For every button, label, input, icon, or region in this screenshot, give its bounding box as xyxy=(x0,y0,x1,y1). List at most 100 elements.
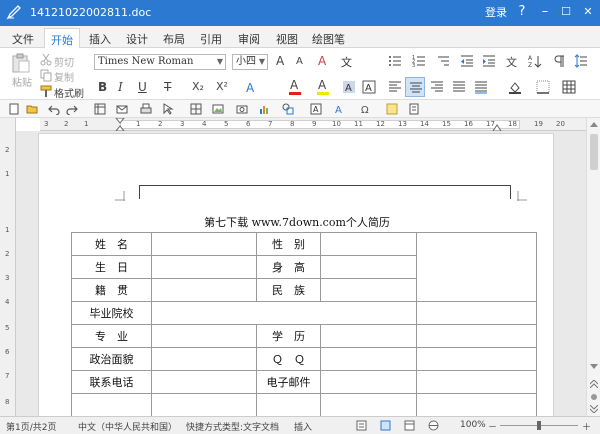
redo-icon[interactable] xyxy=(66,103,78,115)
table-label-cell[interactable]: 姓 名 xyxy=(71,232,152,256)
table-value-cell[interactable] xyxy=(416,393,537,417)
table-label-cell[interactable]: 毕业院校 xyxy=(71,301,152,325)
show-marks-icon[interactable] xyxy=(552,54,566,68)
select-cursor-icon[interactable] xyxy=(162,103,174,115)
superscript-button[interactable]: X² xyxy=(216,80,228,93)
underline-button[interactable]: U xyxy=(138,80,147,94)
align-left-icon[interactable] xyxy=(388,80,402,94)
chinese-layout-icon[interactable]: 文 xyxy=(506,54,520,68)
numbering-icon[interactable]: 123 xyxy=(412,54,426,68)
align-center-button[interactable] xyxy=(405,77,425,97)
vertical-scrollbar[interactable] xyxy=(586,118,600,416)
table-label-cell[interactable] xyxy=(71,393,152,417)
phonetic-icon[interactable]: 文 xyxy=(340,54,354,68)
char-border-icon[interactable]: A xyxy=(362,80,376,94)
scroll-up-icon[interactable] xyxy=(590,121,598,127)
indent-marker-icon[interactable] xyxy=(115,118,125,131)
prev-page-icon[interactable] xyxy=(590,380,598,388)
table-label-cell[interactable]: 生 日 xyxy=(71,255,152,279)
table-label-cell[interactable]: 专 业 xyxy=(71,324,152,348)
login-button[interactable]: 登录 xyxy=(485,4,507,20)
table-value-cell[interactable] xyxy=(320,232,417,256)
subscript-button[interactable]: X₂ xyxy=(192,80,204,93)
table-value-cell[interactable] xyxy=(416,370,537,394)
tab-layout[interactable]: 布局 xyxy=(163,31,185,47)
maximize-button[interactable]: ☐ xyxy=(556,2,576,22)
document-page[interactable]: 第七下载 www.7down.com个人简历 姓 名 性 别 生 日 身 高 籍… xyxy=(38,133,554,423)
minimize-button[interactable]: – xyxy=(535,2,555,22)
table-label-cell[interactable]: 籍 贯 xyxy=(71,278,152,302)
table-label-cell[interactable]: 电子邮件 xyxy=(256,370,321,394)
table-label-cell[interactable] xyxy=(256,393,321,417)
textbox-icon[interactable]: A xyxy=(310,103,322,115)
web-view-icon[interactable] xyxy=(428,420,439,431)
italic-button[interactable]: I xyxy=(118,80,123,94)
zoom-level[interactable]: 100% xyxy=(460,420,486,430)
table-value-cell[interactable] xyxy=(151,393,257,417)
cut-icon[interactable] xyxy=(39,52,53,66)
clear-format-button[interactable]: A xyxy=(318,54,326,68)
table-label-cell[interactable]: 联系电话 xyxy=(71,370,152,394)
tab-view[interactable]: 视图 xyxy=(276,31,298,47)
note-icon[interactable] xyxy=(386,103,398,115)
table-value-cell[interactable] xyxy=(151,370,257,394)
table-value-cell[interactable] xyxy=(151,324,257,348)
document-title[interactable]: 第七下载 www.7down.com个人简历 xyxy=(39,214,555,230)
scroll-thumb[interactable] xyxy=(590,134,598,170)
full-screen-view-icon[interactable] xyxy=(404,420,415,431)
grow-font-button[interactable]: A xyxy=(276,54,284,68)
table-value-cell[interactable] xyxy=(320,255,417,279)
borders-icon[interactable] xyxy=(536,80,550,94)
table-value-cell[interactable] xyxy=(320,324,417,348)
font-size-select[interactable]: 小四 ▼ xyxy=(232,54,268,70)
align-right-icon[interactable] xyxy=(430,80,444,94)
bold-button[interactable]: B xyxy=(98,80,107,94)
table-label-cell[interactable]: Ｑ Ｑ xyxy=(256,347,321,371)
undo-icon[interactable] xyxy=(48,103,60,115)
print-icon[interactable] xyxy=(140,103,152,115)
multilevel-list-icon[interactable] xyxy=(436,54,450,68)
table-value-cell[interactable] xyxy=(416,347,537,371)
highlight-button[interactable]: A xyxy=(317,78,329,95)
table-value-cell[interactable] xyxy=(151,347,257,371)
screenshot-icon[interactable] xyxy=(236,103,248,115)
table-value-cell[interactable] xyxy=(151,232,257,256)
font-name-select[interactable]: Times New Roman ▼ xyxy=(94,54,226,70)
status-insert-mode[interactable]: 插入 xyxy=(294,420,312,433)
shapes-icon[interactable] xyxy=(282,103,294,115)
table-label-cell[interactable]: 民 族 xyxy=(256,278,321,302)
decrease-indent-icon[interactable] xyxy=(460,54,474,68)
increase-indent-icon[interactable] xyxy=(482,54,496,68)
shading-icon[interactable] xyxy=(508,80,522,94)
track-changes-icon[interactable] xyxy=(356,420,367,431)
table-value-cell[interactable] xyxy=(151,255,257,279)
table-label-cell[interactable]: 政治面貌 xyxy=(71,347,152,371)
shrink-font-button[interactable]: A xyxy=(296,56,303,67)
next-page-icon[interactable] xyxy=(590,405,598,413)
strikethrough-button[interactable]: T xyxy=(164,80,171,94)
text-effect-icon[interactable]: A xyxy=(244,80,258,94)
sort-icon[interactable]: AZ xyxy=(528,54,542,68)
zoom-in-button[interactable]: ＋ xyxy=(582,420,591,433)
table-value-cell[interactable] xyxy=(320,370,417,394)
status-page[interactable]: 第1页/共2页 xyxy=(6,420,57,433)
table-value-cell[interactable] xyxy=(320,278,417,302)
tab-drawing-pen[interactable]: 绘图笔 xyxy=(312,31,345,47)
chart-icon[interactable] xyxy=(258,103,270,115)
table-value-cell[interactable] xyxy=(151,278,257,302)
new-doc-icon[interactable] xyxy=(8,103,20,115)
table-insert-icon[interactable] xyxy=(562,80,576,94)
select-browse-icon[interactable] xyxy=(590,393,598,401)
tab-design[interactable]: 设计 xyxy=(126,31,148,47)
status-language[interactable]: 中文（中华人民共和国） xyxy=(78,420,177,433)
close-button[interactable]: ✕ xyxy=(578,2,598,22)
table-value-cell[interactable] xyxy=(416,301,537,325)
table-label-cell[interactable]: 身 高 xyxy=(256,255,321,279)
photo-cell[interactable] xyxy=(416,232,537,302)
tab-insert[interactable]: 插入 xyxy=(89,31,111,47)
page-view-icon[interactable] xyxy=(380,420,391,431)
scroll-down-icon[interactable] xyxy=(590,364,598,370)
right-indent-marker-icon[interactable] xyxy=(492,122,502,131)
vertical-ruler[interactable]: 2 1 1 2 3 4 5 6 7 8 xyxy=(0,118,16,416)
tab-file[interactable]: 文件 xyxy=(12,31,34,47)
